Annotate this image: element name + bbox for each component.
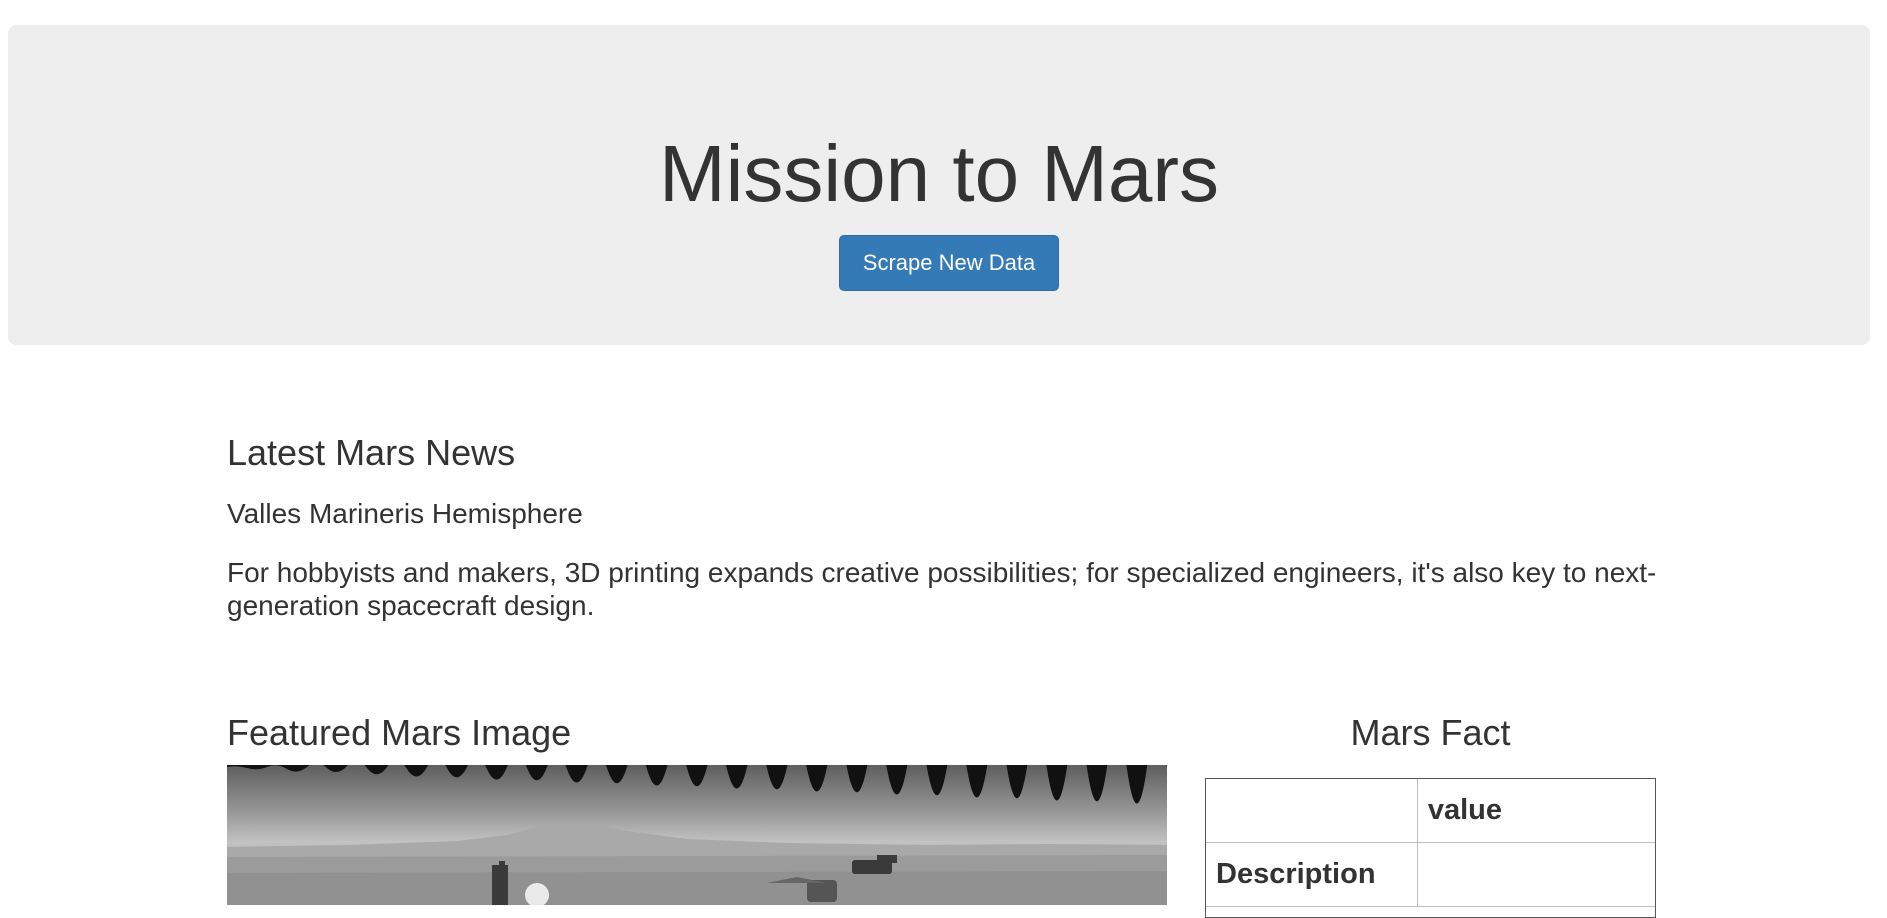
jumbotron: Mission to Mars Scrape New Data: [8, 25, 1870, 345]
featured-mars-image[interactable]: [227, 765, 1167, 905]
news-paragraph: For hobbyists and makers, 3D printing ex…: [227, 557, 1657, 621]
news-title: Valles Marineris Hemisphere: [227, 498, 583, 529]
mars-facts-heading: Mars Fact: [1350, 712, 1511, 753]
scrape-new-data-button[interactable]: Scrape New Data: [839, 235, 1059, 291]
page-title: Mission to Mars: [658, 129, 1220, 218]
table-header-cell: value: [1416, 778, 1657, 843]
latest-news-heading: Latest Mars News: [227, 432, 516, 473]
table-row: Description: [1205, 842, 1657, 907]
featured-image-heading: Featured Mars Image: [227, 712, 572, 753]
mars-facts-table: value Description: [1205, 778, 1657, 907]
table-header-row: value: [1205, 778, 1657, 843]
table-cell: [1416, 842, 1657, 907]
mars-landscape-image: [227, 765, 1167, 905]
table-row-label: Description: [1205, 842, 1418, 907]
table-header-cell: [1205, 778, 1418, 843]
